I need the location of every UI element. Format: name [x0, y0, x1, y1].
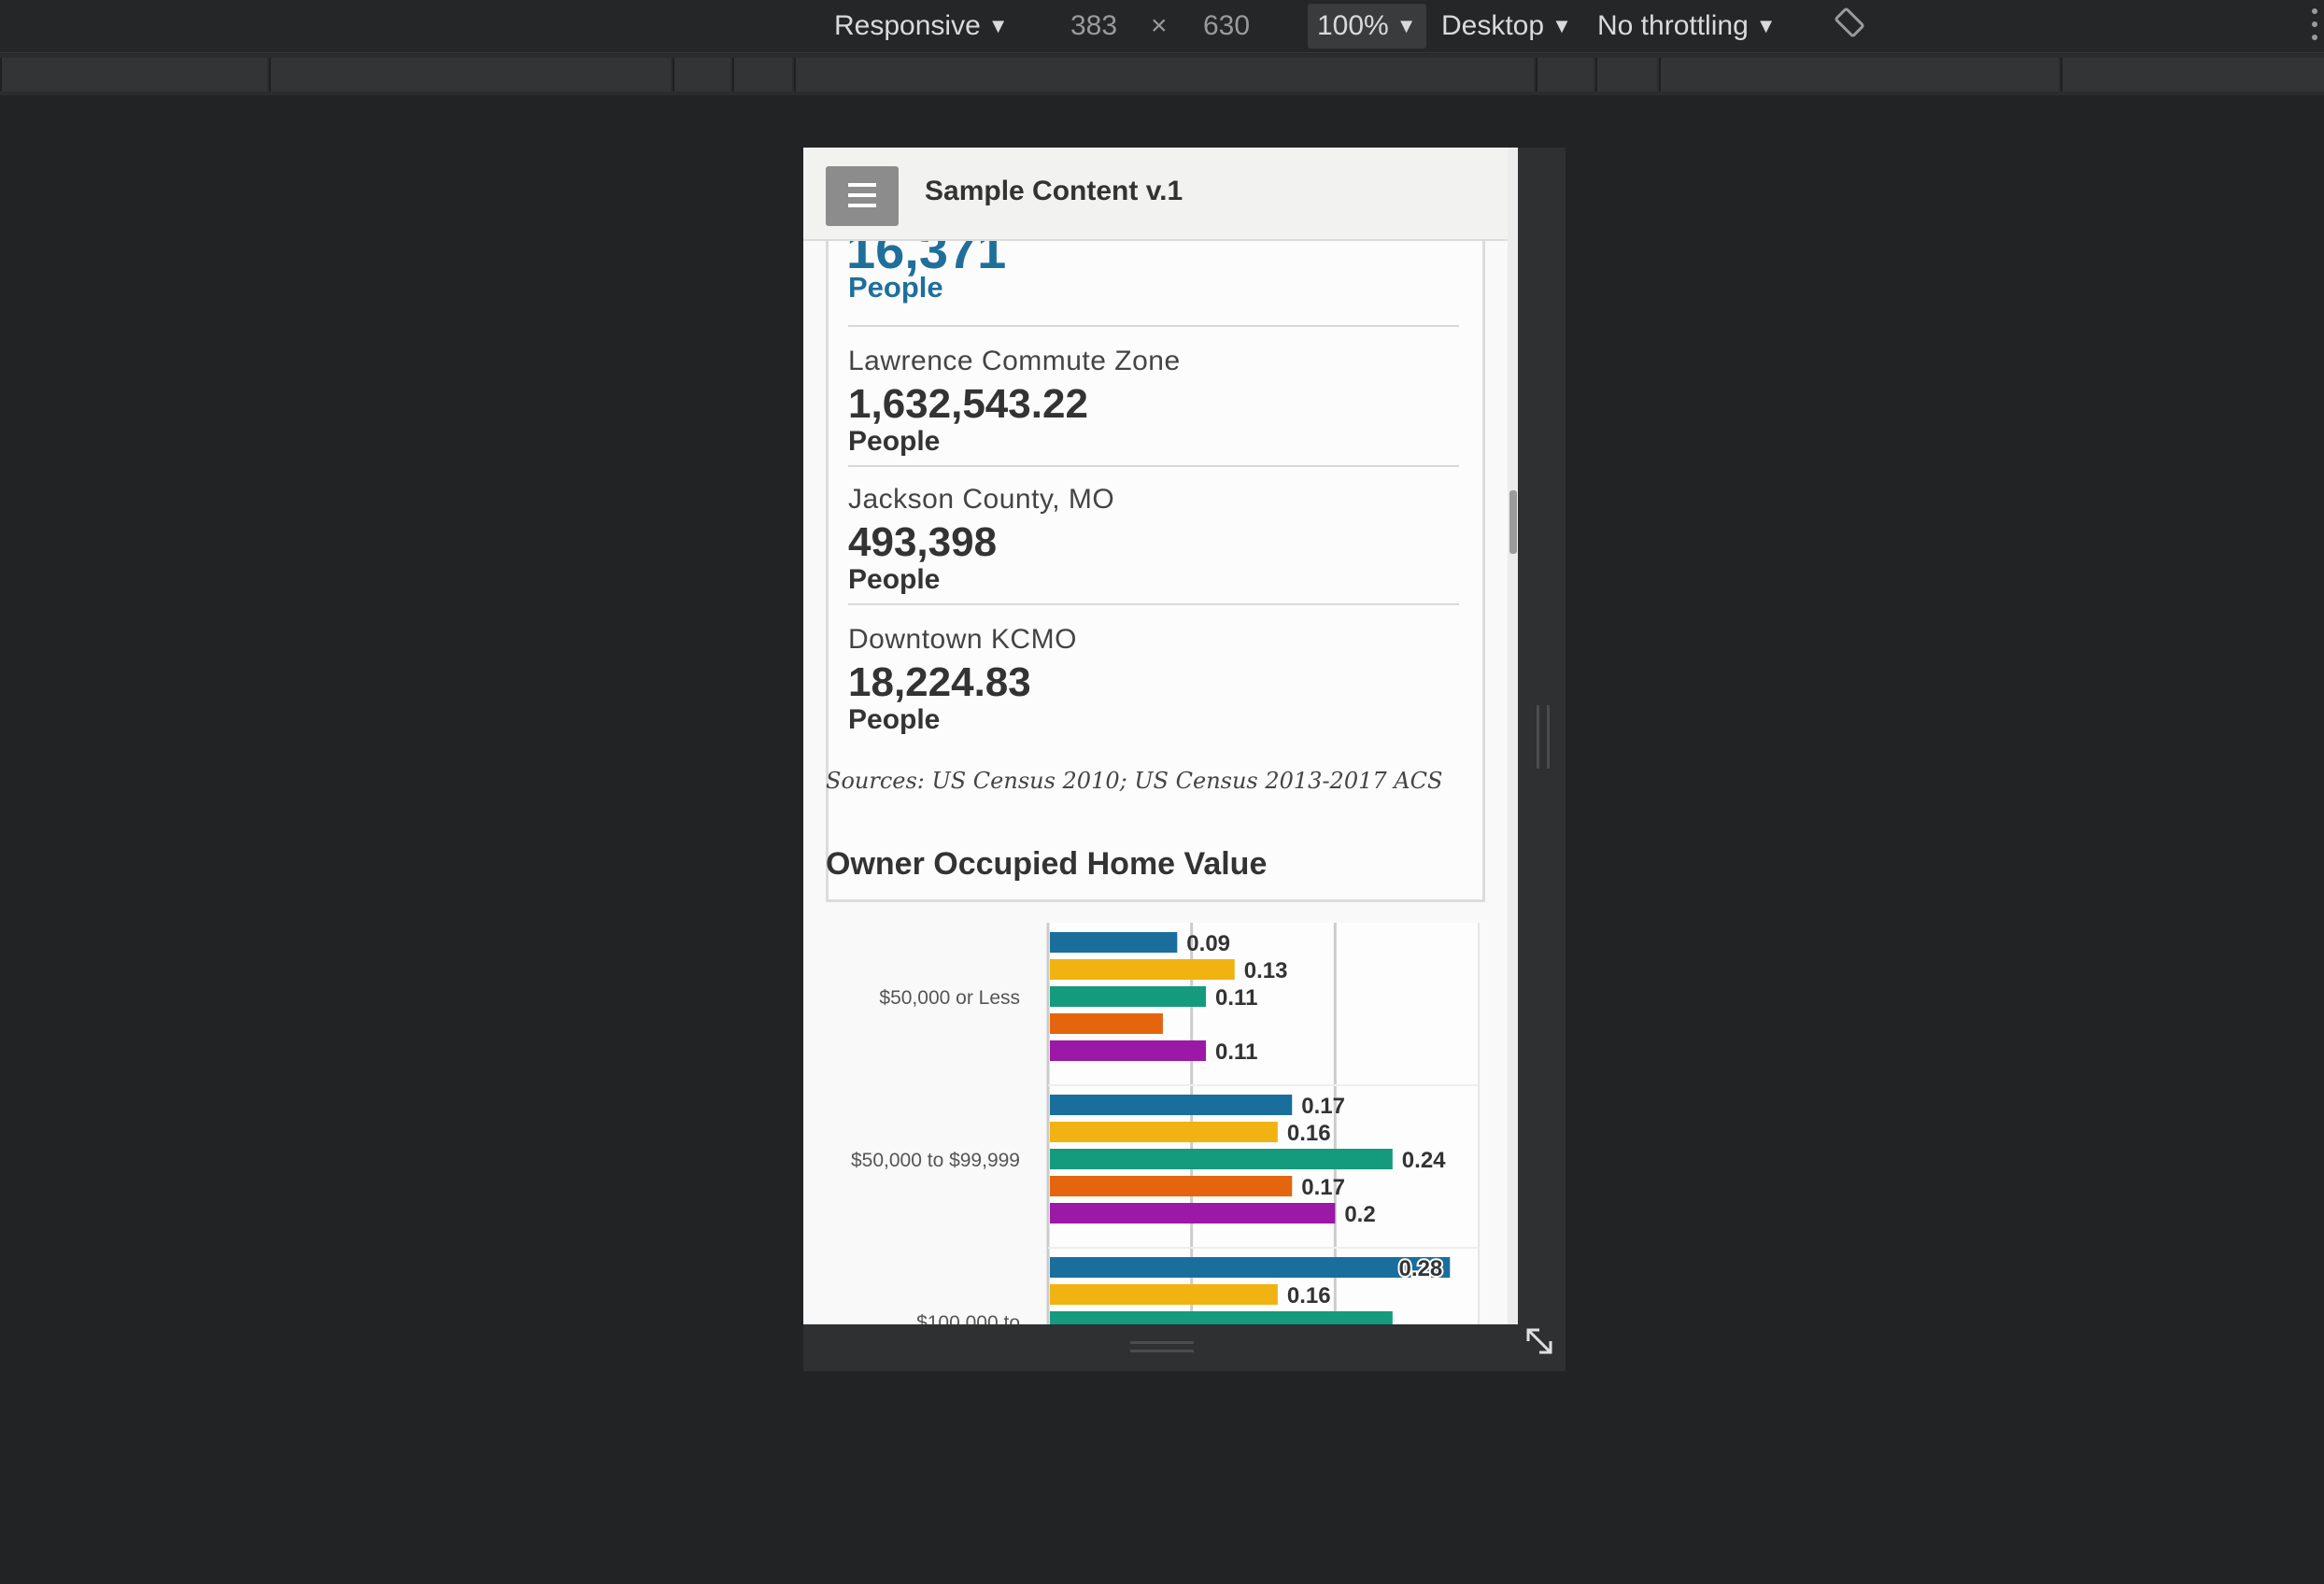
page-header: Sample Content v.1 — [803, 148, 1508, 241]
more-options-icon[interactable] — [2311, 4, 2318, 45]
category-label: $100,000 to — [916, 1312, 1020, 1324]
data-label: 0.17 — [1301, 1094, 1345, 1119]
data-label: 0.13 — [1244, 958, 1288, 983]
bar — [1050, 959, 1235, 980]
home-value-chart: $50,000 or Less 0.09 0.13 0.11 0.11 $50,000 t… — [803, 923, 1508, 1324]
data-label: 0.2 — [1344, 1202, 1375, 1227]
media-query-bar — [0, 54, 2324, 95]
bar — [1050, 1284, 1278, 1305]
height-resize-handle[interactable] — [1130, 1341, 1194, 1352]
height-input[interactable]: 630 — [1203, 4, 1250, 49]
data-label: 0.24 — [1402, 1148, 1446, 1173]
media-query-segment[interactable] — [673, 58, 730, 92]
throttling-label: No throttling — [1597, 10, 1749, 41]
data-label: 0.16 — [1287, 1121, 1331, 1146]
hamburger-icon-line — [848, 204, 876, 207]
category-label: $50,000 to $99,999 — [851, 1150, 1020, 1171]
stat-name: Lawrence Commute Zone — [848, 346, 1181, 376]
media-query-segment[interactable] — [269, 58, 671, 92]
stat-unit: People — [848, 271, 943, 304]
hamburger-icon-line — [848, 183, 876, 187]
category-label: $50,000 or Less — [879, 987, 1020, 1009]
media-query-segment[interactable] — [1595, 58, 1657, 92]
stat-item: Jackson County, MO 493,398 People — [848, 484, 1465, 594]
emulated-viewport: 16,371 People Lawrence Commute Zone 1,63… — [803, 148, 1518, 1324]
stat-unit: People — [848, 426, 941, 457]
media-query-segment[interactable] — [0, 58, 267, 92]
media-query-segment[interactable] — [2061, 58, 2324, 92]
data-label: 0.16 — [1287, 1283, 1331, 1308]
zoom-selector[interactable]: 100% ▼ — [1308, 4, 1426, 49]
bar — [1050, 1149, 1393, 1169]
divider — [848, 325, 1459, 327]
media-query-segment[interactable] — [732, 58, 792, 92]
stat-value: 493,398 — [848, 519, 998, 565]
stat-value: 18,224.83 — [848, 659, 1031, 705]
media-query-segment[interactable] — [794, 58, 1534, 92]
hamburger-icon-line — [848, 193, 876, 197]
bar — [1050, 1040, 1207, 1061]
media-query-segment[interactable] — [1659, 58, 2059, 92]
data-label: 0.17 — [1301, 1175, 1345, 1200]
bar — [1050, 1122, 1278, 1142]
bar — [1050, 1013, 1163, 1034]
stat-item: Downtown KCMO 18,224.83 People — [848, 624, 1465, 734]
scrollbar-track[interactable] — [1508, 148, 1518, 1324]
menu-button[interactable] — [826, 166, 899, 226]
scrollbar-thumb[interactable] — [1509, 490, 1517, 554]
data-label: 0.28 — [1399, 1256, 1443, 1281]
media-query-segment[interactable] — [1536, 58, 1594, 92]
dropdown-arrow-icon: ▼ — [987, 14, 1009, 37]
rotate-icon[interactable] — [1833, 6, 1866, 39]
device-selector[interactable]: Responsive ▼ — [834, 4, 1009, 49]
stat-name: Jackson County, MO — [848, 484, 1115, 515]
data-label: 0.11 — [1215, 1040, 1257, 1065]
data-label: 0.09 — [1186, 931, 1230, 956]
mode-selector[interactable]: Desktop ▼ — [1441, 4, 1572, 49]
bar — [1050, 1176, 1293, 1196]
device-label: Responsive — [834, 10, 981, 41]
width-resize-handle[interactable] — [1537, 705, 1550, 769]
zoom-label: 100% — [1317, 10, 1389, 41]
stat-name: Downtown KCMO — [848, 624, 1077, 655]
stat-unit: People — [848, 704, 941, 735]
devtools-device-toolbar: Responsive ▼ 383 × 630 100% ▼ Desktop ▼ No … — [0, 0, 2324, 53]
bar — [1050, 932, 1178, 953]
stat-item: Lawrence Commute Zone 1,632,543.22 Peopl… — [848, 346, 1465, 456]
divider — [848, 603, 1459, 605]
dropdown-arrow-icon: ▼ — [1396, 14, 1417, 37]
resize-corner-icon[interactable] — [1523, 1324, 1556, 1358]
stat-unit: People — [848, 564, 941, 595]
bar — [1050, 1203, 1336, 1223]
bar-chart: $50,000 or Less0.090.130.110.11$50,000 t… — [851, 923, 1480, 1324]
bar — [1050, 1095, 1293, 1115]
stat-value: 1,632,543.22 — [848, 381, 1088, 427]
times-icon: × — [1151, 10, 1168, 41]
sources-note: Sources: US Census 2010; US Census 2013-… — [826, 768, 1443, 794]
mode-label: Desktop — [1441, 10, 1545, 41]
width-input[interactable]: 383 — [1070, 4, 1117, 49]
divider — [848, 465, 1459, 467]
page-title: Sample Content v.1 — [925, 176, 1183, 206]
bar — [1050, 1257, 1451, 1278]
data-label: 0.11 — [1215, 985, 1257, 1011]
section-title: Owner Occupied Home Value — [826, 846, 1268, 882]
dropdown-arrow-icon: ▼ — [1755, 14, 1777, 37]
throttling-selector[interactable]: No throttling ▼ — [1597, 4, 1777, 49]
bar — [1050, 986, 1207, 1007]
dropdown-arrow-icon: ▼ — [1552, 14, 1572, 37]
bar — [1050, 1311, 1393, 1324]
